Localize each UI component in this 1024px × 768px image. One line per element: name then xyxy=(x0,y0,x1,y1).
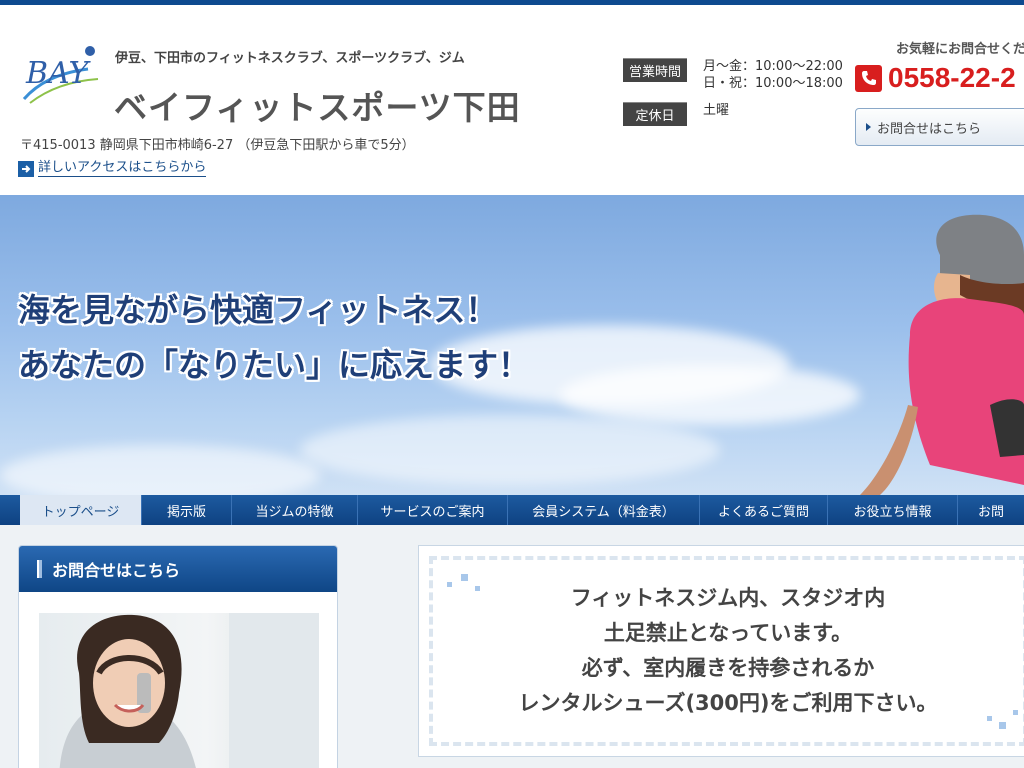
triangle-right-icon xyxy=(866,123,871,131)
phone-number[interactable]: 0558-22-2 xyxy=(888,62,1016,94)
nav-item-board[interactable]: 掲示版 xyxy=(142,495,232,525)
nav-item-services[interactable]: サービスのご案内 xyxy=(358,495,508,525)
contact-button[interactable]: お問合せはこちら xyxy=(855,108,1024,146)
contact-card-header[interactable]: お問合せはこちら xyxy=(19,546,337,592)
phone-icon xyxy=(855,64,882,92)
notice-frame: フィットネスジム内、スタジオ内 土足禁止となっています。 必ず、室内履きを持参さ… xyxy=(429,556,1024,746)
notice-line: フィットネスジム内、スタジオ内 xyxy=(570,586,886,610)
notice-box: フィットネスジム内、スタジオ内 土足禁止となっています。 必ず、室内履きを持参さ… xyxy=(418,545,1024,757)
hero-subheadline: あなたの「なりたい」に応えます！ xyxy=(18,346,531,384)
closed-day: 土曜 xyxy=(703,103,730,118)
nav-item-membership[interactable]: 会員システム（料金表） xyxy=(508,495,700,525)
arrow-right-icon xyxy=(18,160,34,177)
hero-headline: 海を見ながら快適フィットネス！ xyxy=(18,291,498,329)
runner-photo xyxy=(860,214,1024,495)
main-nav: トップページ 掲示版 当ジムの特徴 サービスのご案内 会員システム（料金表） よ… xyxy=(0,495,1024,525)
nav-item-top[interactable]: トップページ xyxy=(20,495,142,525)
logo-text: BAY xyxy=(25,56,91,91)
address: 〒415-0013 静岡県下田市柿崎6-27 （伊豆急下田駅から車で5分） xyxy=(20,138,415,153)
cloud xyxy=(560,365,860,425)
operator-photo xyxy=(39,613,319,768)
decor-dot xyxy=(447,582,452,587)
business-hours: 営業時間 月～金：10:00～22:00 日・祝：10:00～18:00 xyxy=(623,58,843,92)
contact-note: お気軽にお問合せくだ xyxy=(896,42,1024,57)
notice-line: レンタルシューズ(300円)をご利用下さい。 xyxy=(518,691,938,715)
cloud xyxy=(0,445,320,495)
tagline: 伊豆、下田市のフィットネスクラブ、スポーツクラブ、ジム xyxy=(115,51,465,66)
hero-banner: 海を見ながら快適フィットネス！ あなたの「なりたい」に応えます！ xyxy=(0,195,1024,495)
site-header: BAY 伊豆、下田市のフィットネスクラブ、スポーツクラブ、ジム ベイフィットスポ… xyxy=(0,5,1024,195)
access-link-label[interactable]: 詳しいアクセスはこちらから xyxy=(38,160,207,177)
phone[interactable]: 0558-22-2 xyxy=(855,62,1016,94)
contact-card-title: お問合せはこちら xyxy=(52,561,181,580)
bar-icon xyxy=(37,560,42,578)
hours-weekday: 月～金：10:00～22:00 xyxy=(703,59,843,74)
closed-label: 定休日 xyxy=(623,102,687,126)
decor-dot xyxy=(987,716,992,721)
notice-line: 土足禁止となっています。 xyxy=(603,621,853,645)
contact-card[interactable]: お問合せはこちら xyxy=(18,545,338,768)
access-link[interactable]: 詳しいアクセスはこちらから xyxy=(18,160,207,177)
decor-dot xyxy=(999,722,1006,729)
nav-item-info[interactable]: お役立ち情報 xyxy=(828,495,958,525)
nav-item-features[interactable]: 当ジムの特徴 xyxy=(232,495,358,525)
hours-label: 営業時間 xyxy=(623,58,687,82)
cloud xyxy=(300,415,720,485)
nav-item-faq[interactable]: よくあるご質問 xyxy=(700,495,828,525)
contact-button-label: お問合せはこちら xyxy=(877,121,982,137)
decor-dot xyxy=(461,574,468,581)
bay-logo[interactable]: BAY xyxy=(18,43,102,107)
closed-days: 定休日 土曜 xyxy=(623,102,729,126)
nav-item-contact[interactable]: お問 xyxy=(958,495,1024,525)
decor-dot xyxy=(475,586,480,591)
notice-line: 必ず、室内履きを持参されるか xyxy=(581,656,875,680)
site-title[interactable]: ベイフィットスポーツ下田 xyxy=(114,81,521,129)
hours-weekend: 日・祝：10:00～18:00 xyxy=(703,76,843,91)
decor-dot xyxy=(1013,710,1018,715)
